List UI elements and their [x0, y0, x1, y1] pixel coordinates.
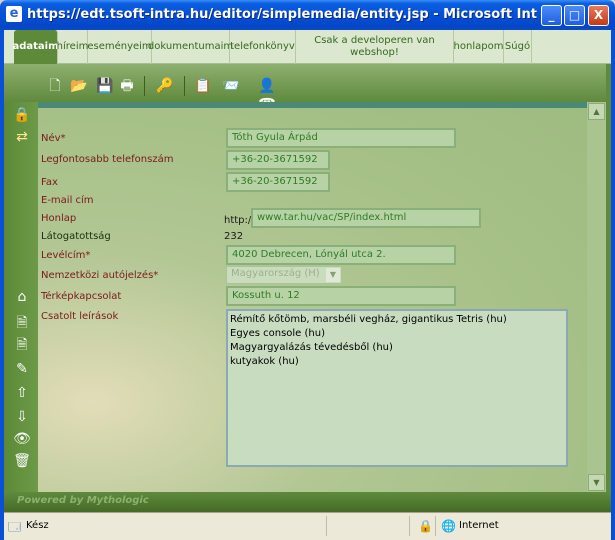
- page-status-icon: 🗔: [8, 520, 22, 534]
- leiras-item[interactable]: kutyakok (hu): [230, 355, 564, 369]
- home-icon[interactable]: ⌂: [12, 288, 32, 306]
- left-sidebar: 🔒 ⇄ ⌂ 🗎 🗎 ✎ ⇧ ⇩ 👁 🗑: [4, 102, 38, 492]
- page-edit-icon[interactable]: ✎: [12, 360, 32, 378]
- toolbar: 🗋 📂 💾 🖶 🔑 📋 📨 👤☎: [4, 64, 611, 112]
- autojelzes-label: Nemzetközi autójelzés*: [41, 270, 159, 281]
- terkep-field[interactable]: Kossuth u. 12: [226, 286, 456, 306]
- nav-item-adataim[interactable]: adataim: [12, 30, 59, 64]
- latogatottsag-value: 232: [224, 231, 244, 242]
- toolbar-separator: [144, 76, 145, 96]
- user-phone-icon[interactable]: 👤☎: [252, 77, 282, 112]
- save-icon[interactable]: 💾: [96, 77, 114, 95]
- minimize-button[interactable]: _: [541, 5, 562, 26]
- vertical-scrollbar[interactable]: ▲ ▼: [587, 102, 606, 492]
- ie-icon: e: [6, 6, 22, 22]
- nav-item-sugo[interactable]: Súgó: [504, 30, 532, 64]
- entity-form: Név* Tóth Gyula Árpád Legfontosabb telef…: [38, 102, 587, 492]
- leiras-list[interactable]: Rémítő kőtömb, marsbéli vegház, gigantik…: [226, 309, 568, 467]
- nav-item-hireim[interactable]: híreim: [57, 30, 88, 64]
- status-divider: [326, 516, 327, 536]
- terkep-label: Térképkapcsolat: [41, 291, 122, 302]
- maximize-button[interactable]: □: [564, 5, 585, 26]
- toolbar-separator: [184, 76, 185, 96]
- page-up-icon[interactable]: ⇧: [12, 384, 32, 402]
- print-icon[interactable]: 🖶: [118, 77, 136, 95]
- document-list-icon[interactable]: 📋: [194, 77, 212, 95]
- nav-item-telefonkonyv[interactable]: telefonkönyv: [230, 30, 296, 64]
- levelcim-label: Levélcím*: [41, 250, 91, 261]
- status-text: Kész: [26, 520, 49, 531]
- leiras-item[interactable]: Magyargyalázás tévedésből (hu): [230, 341, 564, 355]
- chevron-down-icon[interactable]: ▼: [326, 268, 340, 282]
- page-down-icon[interactable]: ⇩: [12, 408, 32, 426]
- honlap-field[interactable]: www.tar.hu/vac/SP/index.html: [251, 208, 481, 228]
- status-bar: 🗔 Kész 🔒 🌐 Internet: [4, 512, 611, 540]
- latogatottsag-label: Látogatottság: [41, 231, 111, 242]
- secure-lock-icon: 🔒: [418, 519, 433, 533]
- telefon-label: Legfontosabb telefonszám: [41, 154, 174, 165]
- page-view-icon[interactable]: 👁: [12, 430, 32, 448]
- status-divider: [409, 516, 410, 536]
- leiras-item[interactable]: Egyes console (hu): [230, 327, 564, 341]
- content-top-bar: [38, 102, 587, 108]
- title-bar: e https://edt.tsoft-intra.hu/editor/simp…: [0, 0, 615, 30]
- page-delete-icon[interactable]: 🗑: [12, 452, 32, 470]
- telefon-field[interactable]: +36-20-3671592: [226, 150, 330, 170]
- status-divider: [435, 516, 436, 536]
- globe-icon: 🌐: [441, 519, 456, 533]
- fax-label: Fax: [41, 177, 58, 188]
- right-edge-strip: [606, 64, 611, 512]
- nev-field[interactable]: Tóth Gyula Árpád: [226, 128, 456, 148]
- fax-field[interactable]: +36-20-3671592: [226, 172, 330, 192]
- open-folder-icon[interactable]: 📂: [70, 77, 88, 95]
- folder-envelope-icon[interactable]: 📨: [222, 77, 240, 95]
- scroll-up-button[interactable]: ▲: [588, 103, 605, 120]
- page-icon[interactable]: 🗎: [12, 314, 32, 332]
- leiras-item[interactable]: Rémítő kőtömb, marsbéli vegház, gigantik…: [230, 313, 564, 327]
- window-title: https://edt.tsoft-intra.hu/editor/simple…: [27, 7, 537, 22]
- new-document-icon[interactable]: 🗋: [46, 77, 64, 95]
- nav-item-honlapom[interactable]: honlapom: [454, 30, 504, 64]
- nav-item-esemenyeim[interactable]: eseményeim: [87, 30, 152, 64]
- email-label: E-mail cím: [41, 195, 94, 206]
- window-frame-right: [611, 30, 615, 540]
- nav-item-dokumentumaim[interactable]: dokumentumaim: [148, 30, 233, 64]
- levelcim-field[interactable]: 4020 Debrecen, Lónyál utca 2.: [226, 245, 456, 265]
- autojelzes-value: Magyarország (H): [231, 268, 320, 279]
- honlap-label: Honlap: [41, 213, 77, 224]
- page-footer: Powered by Mythologic: [4, 492, 611, 512]
- scroll-down-button[interactable]: ▼: [588, 474, 605, 491]
- nav-item-webshop[interactable]: Csak a developeren van webshop!: [296, 30, 454, 64]
- key-icon[interactable]: 🔑: [156, 77, 174, 95]
- powered-by-text: Powered by Mythologic: [17, 495, 149, 506]
- autojelzes-select[interactable]: Magyarország (H) ▼: [226, 266, 342, 284]
- zone-text: Internet: [459, 520, 499, 531]
- nev-label: Név*: [41, 133, 66, 144]
- arrows-icon[interactable]: ⇄: [12, 128, 32, 146]
- leiras-label: Csatolt leírások: [41, 311, 119, 322]
- page-add-icon[interactable]: 🗎: [12, 336, 32, 354]
- lock-icon[interactable]: 🔒: [12, 106, 32, 124]
- close-button[interactable]: X: [588, 5, 609, 26]
- nav-bar: adataim híreim eseményeim dokumentumaim …: [4, 30, 611, 64]
